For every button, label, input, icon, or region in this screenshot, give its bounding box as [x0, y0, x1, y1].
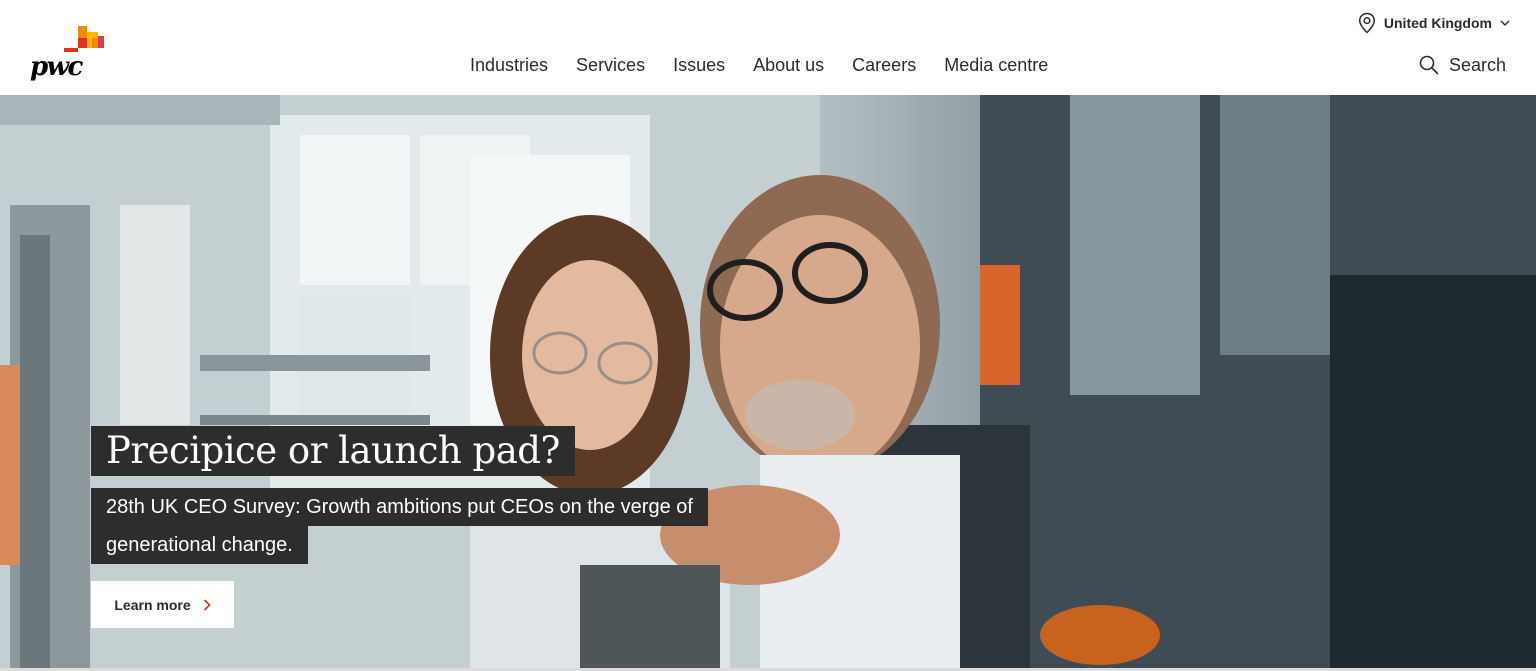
nav-about-us[interactable]: About us — [739, 52, 838, 78]
hero-banner: Precipice or launch pad? 28th UK CEO Sur… — [0, 95, 1536, 668]
search-button[interactable]: Search — [1419, 51, 1506, 79]
nav-industries[interactable]: Industries — [456, 52, 562, 78]
pwc-logo[interactable]: pwc — [30, 26, 110, 86]
page: pwc Industries Services Issues About us … — [0, 0, 1536, 671]
hero-headline-text: Precipice or launch pad? — [106, 429, 560, 472]
hero-headline: Precipice or launch pad? — [91, 426, 575, 476]
nav-services[interactable]: Services — [562, 52, 659, 78]
hero-subline-2: generational change. — [91, 526, 308, 564]
chevron-down-icon — [1500, 20, 1510, 26]
nav-issues[interactable]: Issues — [659, 52, 739, 78]
nav-careers[interactable]: Careers — [838, 52, 930, 78]
region-label: United Kingdom — [1383, 15, 1492, 31]
chevron-right-icon — [203, 598, 211, 611]
search-icon — [1419, 55, 1439, 75]
site-header: pwc Industries Services Issues About us … — [0, 0, 1536, 95]
hero-subline-1: 28th UK CEO Survey: Growth ambitions put… — [91, 488, 708, 526]
main-nav: Industries Services Issues About us Care… — [456, 52, 1062, 78]
region-selector[interactable]: United Kingdom — [1358, 11, 1510, 35]
nav-media-centre[interactable]: Media centre — [930, 52, 1062, 78]
learn-more-button[interactable]: Learn more — [91, 581, 234, 628]
location-pin-icon — [1358, 12, 1375, 34]
learn-more-label: Learn more — [114, 596, 191, 613]
search-label: Search — [1448, 54, 1506, 75]
logo-wordmark: pwc — [30, 52, 83, 82]
